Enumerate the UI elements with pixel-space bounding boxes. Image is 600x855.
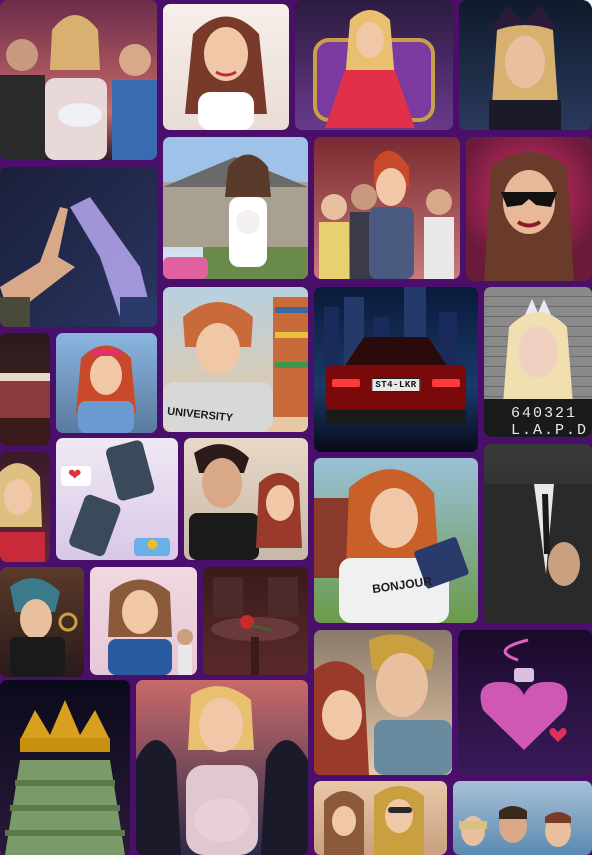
tile-car-at-night: ST4-LKR [314, 287, 478, 452]
redhead-with-friends-illustration [319, 150, 454, 279]
witch-with-crown-illustration [489, 5, 561, 130]
tile-witch-with-crown [459, 0, 592, 130]
mugshot-department: L.A.P.D [510, 422, 588, 437]
tile-woman-blue-dress [90, 567, 197, 675]
tile-redhead-with-friends [314, 137, 460, 279]
car-at-night-illustration [324, 287, 466, 424]
tile-blonde-on-throne [295, 0, 453, 130]
tile-couple-with-baby [0, 0, 157, 160]
tile-university-student: UNIVERSITY [163, 287, 308, 432]
tile-detective [0, 567, 84, 677]
tile-man-in-suit [484, 444, 592, 624]
couple-with-baby-illustration [0, 15, 157, 160]
tile-couple-with-redhead [184, 438, 308, 560]
woman-blue-dress-illustration [108, 579, 193, 675]
blonde-red-dress-illustration [0, 463, 45, 562]
tile-girl-with-book-bonjour: BONJOUR [314, 458, 478, 623]
crown-on-money-illustration [5, 700, 125, 855]
pregnant-woman-illustration [136, 686, 308, 855]
couple-with-redhead-illustration [189, 444, 302, 560]
tile-reaching-hands [0, 167, 157, 327]
tile-men-group [453, 781, 592, 855]
friends-group-illustration [324, 786, 424, 855]
tile-phones-texting: ❤ ☻ [56, 438, 178, 560]
story-cover-collage: UNIVERSITY ST4-LKR 640321 L.A.P.D ❤ ☻ BO… [0, 0, 592, 855]
tile-woman-with-dog-mansion [163, 137, 308, 279]
love-potion-illustration [480, 638, 568, 750]
tile-bedroom [0, 333, 50, 446]
tile-pregnant-woman [136, 680, 308, 855]
reaching-hands-illustration [0, 197, 157, 327]
heart-eyes-icon: ☻ [144, 536, 161, 553]
tile-mugshot: 640321 L.A.P.D [484, 287, 592, 437]
tile-blonde-red-dress [0, 452, 50, 562]
rose-on-table-illustration [211, 577, 299, 675]
masked-woman-illustration [484, 152, 574, 281]
bride-portrait-illustration [185, 16, 267, 130]
man-in-suit-illustration [484, 484, 592, 624]
heart-icon: ❤ [68, 467, 82, 484]
tile-girl-with-sunglasses [56, 333, 157, 433]
woman-with-dog-illustration [163, 154, 308, 279]
tile-rose-on-table [203, 567, 308, 675]
mugshot-placard: 640321 L.A.P.D [511, 405, 588, 437]
girl-with-sunglasses-illustration [76, 345, 136, 433]
detective-illustration [10, 578, 78, 677]
tile-bride-portrait [163, 4, 289, 130]
couple-kissing-illustration [314, 634, 452, 775]
tile-love-potion [458, 630, 592, 775]
car-plate: ST4-LKR [371, 378, 421, 392]
men-group-illustration [459, 806, 571, 847]
mugshot-number: 640321 [510, 405, 577, 422]
girl-with-book-illustration [314, 469, 469, 623]
bedroom-illustration [0, 373, 50, 446]
tile-couple-kissing [314, 630, 452, 775]
tile-masked-woman [466, 137, 592, 281]
tile-crown-on-money [0, 680, 130, 855]
tile-friends-group [314, 781, 447, 855]
blonde-on-throne-illustration [313, 10, 435, 128]
